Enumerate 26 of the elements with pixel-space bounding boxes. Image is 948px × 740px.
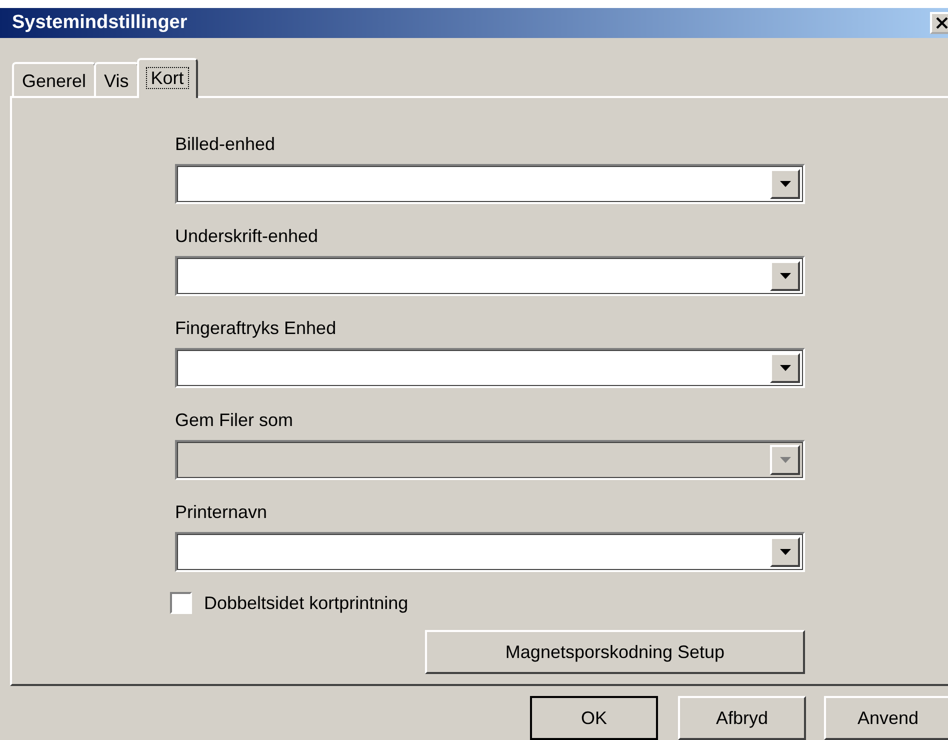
- close-icon: [936, 17, 948, 29]
- dropdown-arrow-icon: [780, 457, 790, 463]
- field-label: Printernavn: [175, 502, 268, 524]
- dropdown-field[interactable]: [175, 256, 805, 296]
- dropdown-arrow-icon: [780, 365, 790, 371]
- window-title: Systemindstillinger: [12, 12, 188, 34]
- close-button[interactable]: [930, 12, 948, 34]
- field-label: Fingeraftryks Enhed: [175, 318, 338, 340]
- field-label: Billed-enhed: [175, 134, 276, 156]
- dropdown-arrow-icon: [780, 273, 790, 279]
- dropdown-field[interactable]: [175, 164, 805, 204]
- field-label: Gem Filer som: [175, 410, 294, 432]
- dialog-button[interactable]: Anvend: [824, 696, 948, 740]
- tab[interactable]: Vis: [94, 62, 139, 96]
- dropdown-arrow-icon: [780, 181, 790, 187]
- dropdown-arrow-icon: [780, 549, 790, 555]
- dropdown-field[interactable]: [175, 348, 805, 388]
- dropdown-field[interactable]: [175, 532, 805, 572]
- tab[interactable]: Generel: [12, 62, 96, 96]
- checkbox-label: Dobbeltsidet kortprintning: [204, 592, 408, 614]
- dialog-button[interactable]: Afbryd: [678, 696, 806, 740]
- tab[interactable]: Kort: [136, 58, 198, 98]
- checkbox[interactable]: [170, 592, 192, 614]
- field-label: Underskrift-enhed: [175, 226, 320, 248]
- dialog-button[interactable]: OK: [530, 696, 658, 740]
- setup-button[interactable]: Magnetsporskodning Setup: [425, 630, 805, 674]
